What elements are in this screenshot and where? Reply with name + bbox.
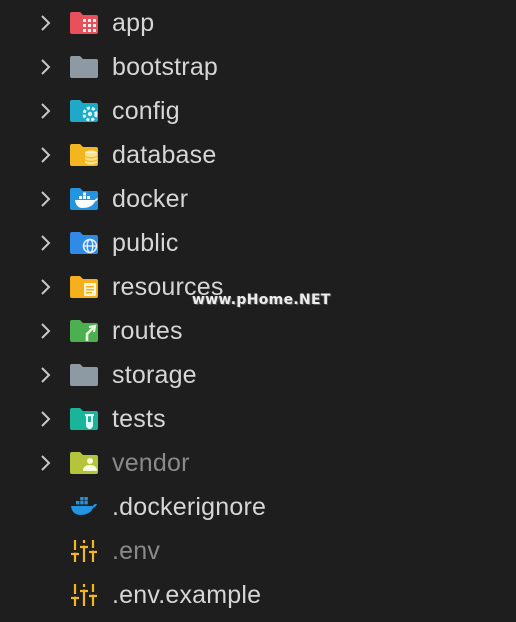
chevron-right-icon[interactable]	[38, 233, 54, 253]
chevron-right-icon[interactable]	[38, 57, 54, 77]
tree-item-storage[interactable]: storage	[0, 353, 516, 397]
tree-item-bootstrap[interactable]: bootstrap	[0, 45, 516, 89]
tree-item-docker[interactable]: docker	[0, 177, 516, 221]
tree-item-label: config	[112, 97, 180, 125]
chevron-right-icon[interactable]	[38, 409, 54, 429]
chevron-right-icon[interactable]	[38, 101, 54, 121]
tree-item-database[interactable]: database	[0, 133, 516, 177]
app-folder-icon	[70, 12, 98, 34]
tree-item-label: database	[112, 141, 217, 169]
chevron-right-icon[interactable]	[38, 453, 54, 473]
chevron-right-icon[interactable]	[38, 145, 54, 165]
chevron-right-icon[interactable]	[38, 189, 54, 209]
tree-item-dockerignore[interactable]: .dockerignore	[0, 485, 516, 529]
chevron-right-icon[interactable]	[38, 321, 54, 341]
docker-icon	[71, 497, 97, 515]
database-folder-icon	[70, 144, 98, 166]
tree-item-label: .dockerignore	[112, 493, 267, 521]
tree-item-env[interactable]: .env	[0, 529, 516, 573]
tree-item-label: public	[112, 229, 179, 257]
tree-item-label: docker	[112, 185, 189, 213]
tree-item-routes[interactable]: routes	[0, 309, 516, 353]
tree-item-config[interactable]: config	[0, 89, 516, 133]
tree-item-label: bootstrap	[112, 53, 219, 81]
tree-item-public[interactable]: public	[0, 221, 516, 265]
chevron-right-icon[interactable]	[38, 277, 54, 297]
folder-icon	[70, 364, 98, 386]
tree-item-label: .env	[112, 537, 161, 565]
vendor-folder-icon	[70, 452, 98, 474]
docker-folder-icon	[70, 188, 98, 210]
watermark-text: www.pHome.NET	[192, 292, 331, 308]
env-settings-icon	[71, 584, 97, 606]
chevron-right-icon[interactable]	[38, 365, 54, 385]
tree-item-label: routes	[112, 317, 183, 345]
tree-item-app[interactable]: app	[0, 1, 516, 45]
tree-item-label: app	[112, 9, 155, 37]
folder-icon	[70, 56, 98, 78]
tree-item-label: tests	[112, 405, 166, 433]
tree-item-env-example[interactable]: .env.example	[0, 573, 516, 617]
env-settings-icon	[71, 540, 97, 562]
tree-item-tests[interactable]: tests	[0, 397, 516, 441]
tree-item-label: vendor	[112, 449, 190, 477]
chevron-right-icon[interactable]	[38, 13, 54, 33]
tests-folder-icon	[70, 408, 98, 430]
config-folder-icon	[70, 100, 98, 122]
tree-item-vendor[interactable]: vendor	[0, 441, 516, 485]
resources-folder-icon	[70, 276, 98, 298]
tree-item-label: .env.example	[112, 581, 262, 609]
public-folder-icon	[70, 232, 98, 254]
tree-item-label: storage	[112, 361, 197, 389]
routes-folder-icon	[70, 320, 98, 342]
